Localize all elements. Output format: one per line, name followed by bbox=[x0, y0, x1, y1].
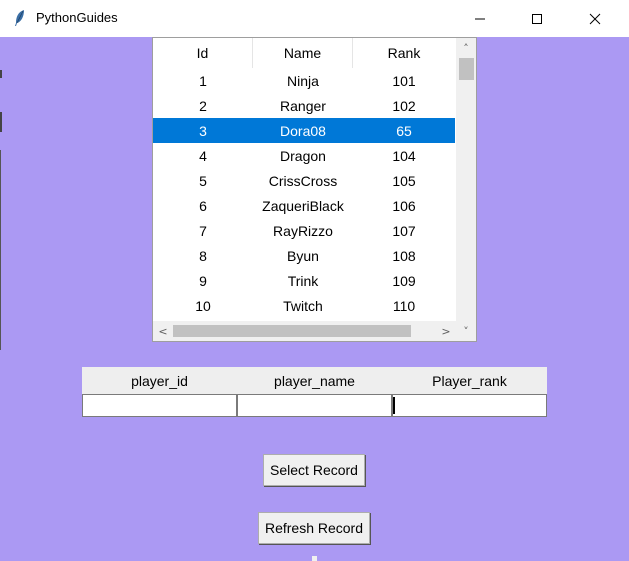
cell-rank: 65 bbox=[396, 122, 412, 139]
cell-rank: 105 bbox=[392, 172, 416, 189]
column-header-rank[interactable]: Rank bbox=[353, 38, 455, 68]
cell-name: Dora08 bbox=[280, 122, 326, 139]
cell-id: 4 bbox=[199, 147, 207, 164]
table-row[interactable]: 6 ZaqueriBlack 106 bbox=[153, 193, 455, 218]
cell-id: 9 bbox=[199, 272, 207, 289]
table-body: 1 Ninja 101 2 Ranger 102 3 Dora08 65 4 Dragon 104 5 C… bbox=[153, 68, 455, 318]
cell-name: Dragon bbox=[280, 147, 326, 164]
cell-rank: 107 bbox=[392, 222, 416, 239]
cell-name: Byun bbox=[287, 247, 319, 264]
player-rank-label: Player_rank bbox=[432, 372, 507, 389]
column-header-name[interactable]: Name bbox=[253, 38, 353, 68]
cell-id: 2 bbox=[199, 97, 207, 114]
title-bar: PythonGuides bbox=[0, 0, 629, 37]
maximize-icon bbox=[532, 13, 542, 24]
cell-rank: 104 bbox=[392, 147, 416, 164]
text-cursor bbox=[393, 397, 395, 414]
field-inputs bbox=[82, 394, 547, 417]
edge-mark bbox=[0, 150, 1, 350]
cell-name: Twitch bbox=[283, 297, 323, 314]
table-header: Id Name Rank bbox=[153, 38, 455, 68]
select-record-button[interactable]: Select Record bbox=[263, 454, 365, 486]
minimize-icon bbox=[475, 18, 485, 19]
table-row[interactable]: 2 Ranger 102 bbox=[153, 93, 455, 118]
horizontal-scroll-thumb[interactable] bbox=[173, 325, 411, 337]
cell-name: ZaqueriBlack bbox=[262, 197, 344, 214]
cell-id: 10 bbox=[195, 297, 211, 314]
cell-rank: 110 bbox=[392, 297, 416, 314]
window-title: PythonGuides bbox=[36, 10, 118, 25]
scroll-down-icon[interactable]: ˅ bbox=[456, 321, 476, 341]
cell-rank: 106 bbox=[392, 197, 416, 214]
vertical-scrollbar[interactable]: ˄ bbox=[456, 38, 476, 321]
table-row[interactable]: 8 Byun 108 bbox=[153, 243, 455, 268]
edge-mark bbox=[0, 70, 2, 78]
maximize-button[interactable] bbox=[514, 0, 560, 37]
field-labels: player_id player_name Player_rank bbox=[82, 367, 547, 394]
cell-id: 1 bbox=[199, 72, 207, 89]
cell-rank: 109 bbox=[392, 272, 416, 289]
cell-rank: 101 bbox=[392, 72, 416, 89]
horizontal-scrollbar[interactable]: < > bbox=[153, 321, 456, 341]
table-row[interactable]: 1 Ninja 101 bbox=[153, 68, 455, 93]
scroll-up-icon[interactable]: ˄ bbox=[456, 38, 476, 58]
records-table[interactable]: Id Name Rank 1 Ninja 101 2 Ranger 102 3 Dora08 6… bbox=[152, 37, 477, 342]
player-name-input[interactable] bbox=[237, 394, 392, 417]
cell-rank: 108 bbox=[392, 247, 416, 264]
player-id-input[interactable] bbox=[82, 394, 237, 417]
cell-name: Trink bbox=[287, 272, 319, 289]
vertical-scroll-thumb[interactable] bbox=[459, 58, 474, 80]
refresh-record-button[interactable]: Refresh Record bbox=[258, 512, 370, 544]
close-icon bbox=[589, 13, 601, 24]
table-row[interactable]: 3 Dora08 65 bbox=[153, 118, 455, 143]
cell-id: 3 bbox=[199, 122, 207, 139]
player-rank-input[interactable] bbox=[392, 394, 547, 417]
table-row[interactable]: 9 Trink 109 bbox=[153, 268, 455, 293]
close-button[interactable] bbox=[572, 0, 618, 37]
cell-name: Ranger bbox=[280, 97, 326, 114]
cell-id: 8 bbox=[199, 247, 207, 264]
minimize-button[interactable] bbox=[457, 0, 503, 37]
table-row[interactable]: 4 Dragon 104 bbox=[153, 143, 455, 168]
scroll-left-icon[interactable]: < bbox=[153, 321, 173, 341]
feather-icon bbox=[15, 10, 24, 26]
cell-id: 6 bbox=[199, 197, 207, 214]
edge-mark bbox=[0, 112, 2, 132]
cut-off-widget bbox=[312, 556, 317, 561]
table-row[interactable]: 7 RayRizzo 107 bbox=[153, 218, 455, 243]
cell-id: 7 bbox=[199, 222, 207, 239]
cell-name: CrissCross bbox=[268, 172, 338, 189]
cell-name: RayRizzo bbox=[273, 222, 333, 239]
cell-id: 5 bbox=[199, 172, 207, 189]
player-name-label: player_name bbox=[274, 372, 355, 389]
cell-rank: 102 bbox=[392, 97, 416, 114]
scrollbar-corner: ˅ bbox=[456, 321, 476, 341]
scroll-right-icon[interactable]: > bbox=[436, 321, 456, 341]
cell-name: Ninja bbox=[287, 72, 319, 89]
column-header-id[interactable]: Id bbox=[153, 38, 253, 68]
table-row[interactable]: 5 CrissCross 105 bbox=[153, 168, 455, 193]
table-row[interactable]: 10 Twitch 110 bbox=[153, 293, 455, 318]
player-id-label: player_id bbox=[131, 372, 188, 389]
